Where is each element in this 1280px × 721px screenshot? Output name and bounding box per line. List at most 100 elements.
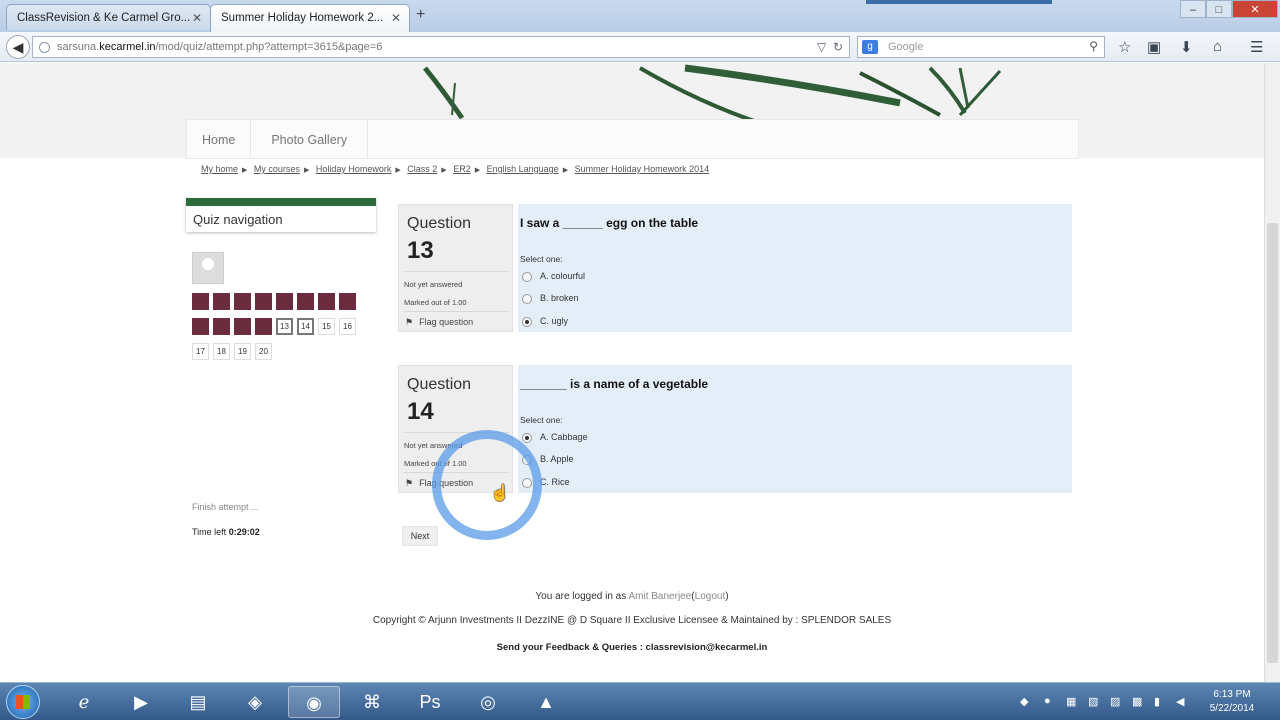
answer-option-c[interactable]: C. ugly [522,316,568,327]
title-bar-highlight [866,0,1052,4]
menu-icon[interactable]: ☰ [1250,38,1263,56]
quiz-nav-button-11[interactable]: 11 [234,318,251,335]
tab-classrevision[interactable]: ClassRevision & Ke Carmel Gro... ✕ [6,4,211,30]
maximize-icon[interactable]: □ [1206,0,1232,18]
download-icon[interactable]: ⬇ [1180,38,1193,56]
quiz-nav-button-19[interactable]: 19 [234,343,251,360]
bookmarks-list-icon[interactable]: ▣ [1147,38,1161,56]
quiz-nav-button-9[interactable]: 9 [192,318,209,335]
tab-label: Summer Holiday Homework 2... [221,12,384,24]
quiz-nav-button-16[interactable]: 16 [339,318,356,335]
taskbar-clock[interactable]: 6:13 PM 5/22/2014 [1200,688,1264,716]
answer-option-a[interactable]: A. Cabbage [522,432,588,443]
breadcrumb-er2[interactable]: ER2 [453,164,471,174]
flag-question-link[interactable]: ⚑ Flag question [405,317,479,328]
time-left-label: Time left [192,527,227,537]
tab-summer-holiday-homework[interactable]: Summer Holiday Homework 2... ✕ [210,4,410,32]
quiz-nav-button-5[interactable]: 5 [276,293,293,310]
app-icon[interactable]: ◈ [229,686,281,718]
volume-icon[interactable]: ◀ [1176,695,1184,708]
search-engine-icon[interactable]: g [862,40,878,54]
answer-option-b[interactable]: B. broken [522,293,579,304]
close-window-icon[interactable]: ✕ [1232,0,1278,18]
divider [404,311,509,312]
minimize-icon[interactable]: – [1180,0,1206,18]
quiz-nav-button-8[interactable]: 8 [339,293,356,310]
clock-time: 6:13 PM [1213,689,1251,700]
tray-app-icon[interactable]: ◆ [1020,695,1028,708]
quiz-nav-button-4[interactable]: 4 [255,293,272,310]
quiz-nav-button-17[interactable]: 17 [192,343,209,360]
vlc-icon[interactable]: ▲ [520,686,572,718]
quiz-nav-button-18[interactable]: 18 [213,343,230,360]
search-icon[interactable]: ⚲ [1089,39,1098,53]
network-icon[interactable]: ▮ [1154,695,1160,708]
menu-item-photo-gallery[interactable]: Photo Gallery [251,120,369,158]
tray-tool-icon[interactable]: ▦ [1066,695,1076,708]
question-label: Question [407,376,472,393]
breadcrumb-my-home[interactable]: My home [201,164,238,174]
answer-option-a[interactable]: A. colourful [522,271,585,282]
quiz-nav-button-1[interactable]: 1 [192,293,209,310]
tray-tool-icon[interactable]: ▩ [1132,695,1142,708]
dropdown-icon[interactable]: ▽ [817,40,826,54]
tray-tool-icon[interactable]: ▨ [1110,695,1120,708]
clock-date: 5/22/2014 [1209,703,1255,714]
radio-button[interactable] [522,293,532,304]
menu-item-home[interactable]: Home [187,120,252,158]
quiz-nav-button-13[interactable]: 13 [276,318,293,335]
quiz-navigation-block: Quiz navigation 1 2 3 4 5 6 7 8 9 10 11 … [183,198,379,537]
site-identity-icon[interactable] [39,42,50,53]
start-button[interactable] [6,685,40,719]
bookmark-star-icon[interactable]: ☆ [1118,38,1131,56]
quiz-nav-button-14[interactable]: 14 [297,318,314,335]
quiz-nav-button-12[interactable]: 12 [255,318,272,335]
breadcrumb-holiday-homework[interactable]: Holiday Homework [316,164,392,174]
radio-button-selected[interactable] [522,432,532,443]
quiz-nav-button-2[interactable]: 2 [213,293,230,310]
question-number: 14 [407,398,434,425]
page-scrollbar[interactable] [1264,63,1280,682]
quiz-nav-button-3[interactable]: 3 [234,293,251,310]
reload-icon[interactable]: ↻ [833,40,843,54]
breadcrumb-class-2[interactable]: Class 2 [407,164,437,174]
logout-link[interactable]: Logout [695,591,726,602]
tab-close-icon[interactable]: ✕ [192,11,202,25]
chrome-icon[interactable]: ◎ [462,686,514,718]
flag-icon: ⚑ [405,478,414,488]
internet-explorer-icon[interactable]: ℯ [58,686,110,718]
scrollbar-thumb[interactable] [1267,223,1278,663]
breadcrumb-summer-holiday-homework[interactable]: Summer Holiday Homework 2014 [575,164,710,174]
radio-button-selected[interactable] [522,316,532,327]
breadcrumb-separator-icon: ▶ [474,167,481,174]
quiz-nav-button-7[interactable]: 7 [318,293,335,310]
quiz-nav-button-10[interactable]: 10 [213,318,230,335]
tray-info-icon[interactable]: ● [1044,695,1051,707]
new-tab-button[interactable]: + [416,6,425,24]
firefox-icon[interactable]: ◉ [288,686,340,718]
quiz-nav-button-6[interactable]: 6 [297,293,314,310]
home-icon[interactable]: ⌂ [1213,38,1222,55]
acrobat-icon[interactable]: ⌘ [346,686,398,718]
file-explorer-icon[interactable]: ▤ [172,686,224,718]
breadcrumb-my-courses[interactable]: My courses [254,164,300,174]
user-link[interactable]: Amit Banerjee [628,591,691,602]
finish-attempt-link[interactable]: Finish attempt ... [192,502,259,512]
next-button[interactable]: Next [402,526,438,546]
tray-tool-icon[interactable]: ▧ [1088,695,1098,708]
radio-button[interactable] [522,271,532,282]
search-bar[interactable]: g Google ⚲ [857,36,1105,58]
avatar[interactable] [192,252,224,284]
divider [404,271,509,272]
quiz-nav-button-15[interactable]: 15 [318,318,335,335]
photoshop-icon[interactable]: Ps [404,686,456,718]
quiz-nav-button-20[interactable]: 20 [255,343,272,360]
breadcrumb-english-language[interactable]: English Language [487,164,559,174]
media-player-icon[interactable]: ▶ [115,686,167,718]
select-one-label: Select one: [520,415,563,425]
question-number: 13 [407,237,434,264]
option-label: A. Cabbage [540,432,588,442]
address-bar[interactable]: sarsuna.kecarmel.in/mod/quiz/attempt.php… [32,36,850,58]
back-button[interactable]: ◀ [6,35,30,59]
tab-close-icon[interactable]: ✕ [391,11,401,25]
